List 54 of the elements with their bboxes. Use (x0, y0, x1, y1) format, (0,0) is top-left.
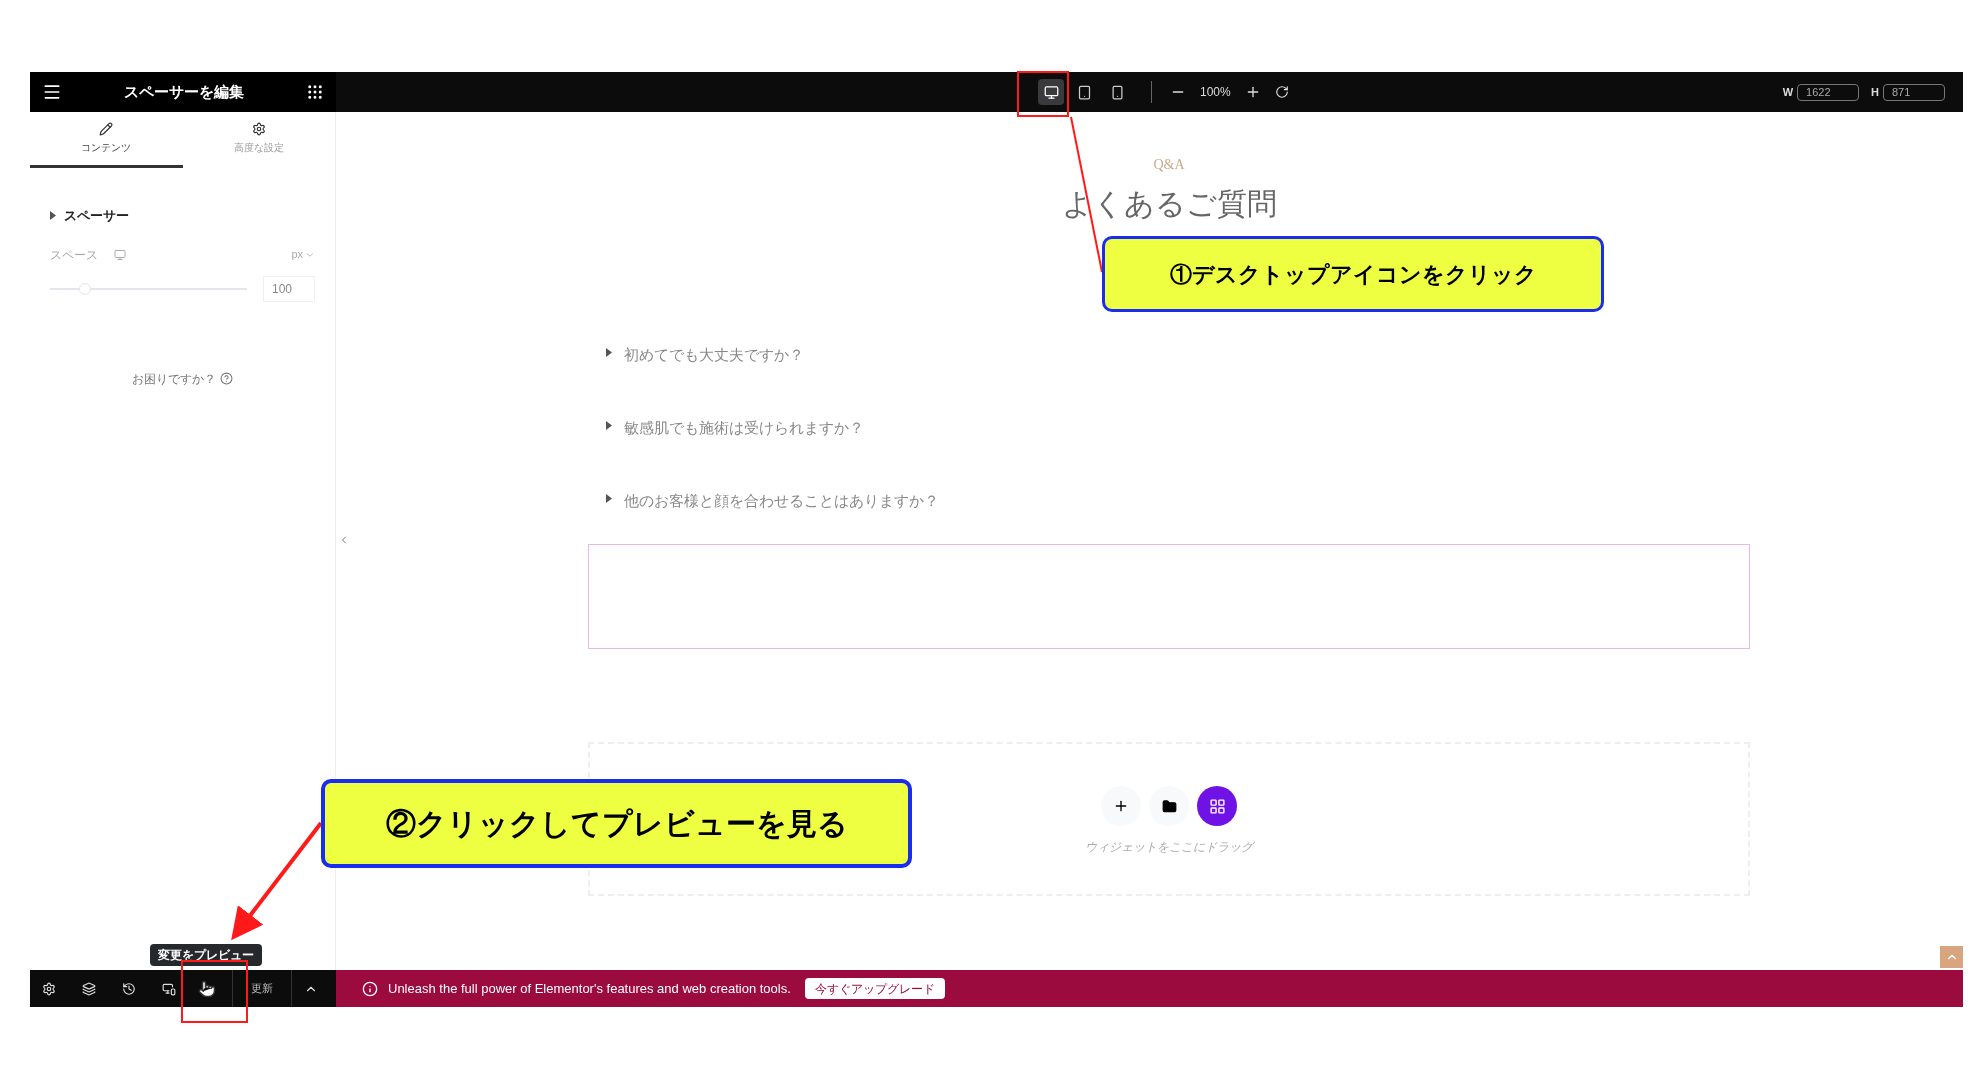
control-label: スペース (50, 246, 98, 264)
height-field[interactable]: 871 (1883, 83, 1945, 101)
height-label: H (1871, 84, 1879, 100)
layers-icon[interactable] (82, 981, 96, 996)
hand-pointer-icon[interactable] (198, 979, 216, 998)
folder-icon (1161, 798, 1177, 814)
help-icon[interactable] (220, 372, 233, 385)
panel-tab[interactable]: コンテンツ (30, 112, 183, 168)
reset-icon[interactable] (1274, 85, 1289, 99)
menu-icon[interactable] (42, 82, 62, 102)
value-field[interactable]: 100 (263, 275, 315, 302)
expand-triangle-icon (606, 494, 612, 503)
slider-track[interactable] (50, 281, 247, 296)
section-title: スペーサー (64, 207, 129, 225)
highlight-frame (181, 960, 248, 1023)
slider-thumb[interactable] (79, 282, 92, 295)
pencil-icon (99, 122, 114, 136)
callout-text: ①デスクトップアイコンをクリック (1169, 260, 1537, 289)
faq-question[interactable]: 他のお客様と顔を合わせることはありますか？ (624, 491, 939, 511)
desktop-icon (1043, 84, 1059, 100)
faq-question[interactable]: 初めてでも大丈夫ですか？ (624, 345, 804, 365)
widgets-button[interactable] (1197, 786, 1237, 826)
faq-question[interactable]: 敏感肌でも施術は受けられますか？ (624, 418, 864, 438)
add-button[interactable] (1101, 786, 1141, 826)
eyebrow-text: Q&A (1153, 156, 1185, 174)
update-button[interactable]: 更新 (233, 970, 291, 1007)
template-button[interactable] (1149, 786, 1189, 826)
grid-icon (1208, 797, 1226, 815)
responsive-icon[interactable] (162, 981, 176, 996)
desktop-icon (114, 248, 126, 261)
tablet-icon (1076, 84, 1092, 100)
drop-hint: ウィジェットをここにドラッグ (1085, 839, 1253, 856)
apps-grid-icon[interactable] (306, 83, 324, 101)
unit-selector[interactable]: px (291, 246, 315, 263)
expand-triangle-icon (50, 211, 56, 221)
settings-icon[interactable] (42, 981, 56, 996)
width-label: W (1782, 84, 1794, 100)
help-text: お困りですか？ (132, 370, 216, 388)
callout-text: ②クリックしてプレビューを見る (385, 806, 848, 842)
panel-tab[interactable]: 高度な設定 (182, 112, 335, 168)
highlight-frame (1017, 71, 1069, 117)
gear-icon (251, 122, 266, 136)
width-field[interactable]: 1622 (1797, 83, 1860, 101)
section-heading: よくあるご質問 (1061, 185, 1277, 223)
mobile-icon (1109, 84, 1125, 100)
promo-text: Unleash the full power of Elementor's features and web creation tools. (388, 979, 791, 998)
zoom-level: 100% (1200, 84, 1231, 101)
panel-title: スペーサーを編集 (124, 81, 244, 102)
upgrade-button[interactable]: 今すぐアップグレード (804, 978, 945, 999)
plus-icon (1113, 798, 1129, 814)
history-icon[interactable] (122, 981, 136, 996)
expand-triangle-icon (606, 348, 612, 357)
device-button[interactable] (1038, 79, 1064, 105)
expand-triangle-icon (606, 421, 612, 430)
